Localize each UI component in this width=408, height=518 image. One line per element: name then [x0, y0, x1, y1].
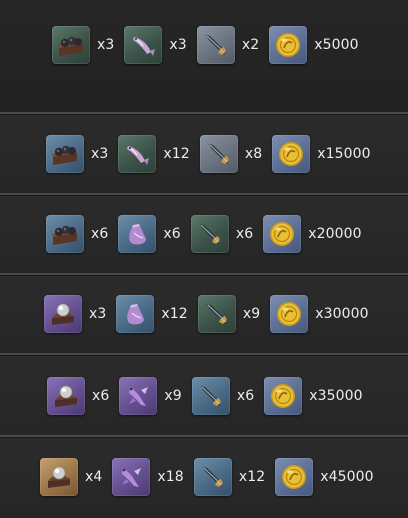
pearl-on-stand-icon[interactable] [47, 377, 85, 415]
reward-items: x3 x3 x2 x5000 [52, 25, 359, 65]
spear-blade-icon[interactable] [190, 215, 229, 253]
item-quantity: x9 [242, 306, 261, 322]
reward-item-slot[interactable]: x35000 [264, 377, 363, 415]
item-quantity: x45000 [320, 469, 374, 485]
cannon-ammo-crate-icon[interactable] [46, 135, 84, 173]
reward-tier-row: x4 x18 x12 x45000 [0, 438, 408, 518]
reward-items: x3 x12 x8 x15000 [46, 134, 371, 174]
item-quantity: x20000 [308, 226, 362, 242]
purple-pouch-icon[interactable] [118, 215, 157, 253]
reward-item-slot[interactable]: x6 [190, 215, 263, 253]
item-quantity: x35000 [309, 388, 363, 404]
reward-items: x4 x18 x12 x45000 [40, 457, 374, 497]
gold-coin-icon[interactable] [264, 377, 303, 415]
item-quantity: x18 [157, 469, 184, 485]
reward-tier-row: x3 x12 x9 x30000 [0, 276, 408, 353]
reward-tier-row: x3 x3 x2 x5000 [0, 0, 408, 112]
item-quantity: x15000 [317, 146, 371, 162]
item-quantity: x3 [89, 306, 107, 322]
purple-pouch-icon[interactable] [116, 295, 155, 333]
spear-blade-icon[interactable] [191, 377, 230, 415]
reward-item-slot[interactable]: x5000 [269, 26, 359, 64]
item-quantity: x2 [241, 37, 260, 53]
cannon-ammo-crate-icon[interactable] [52, 26, 90, 64]
item-quantity: x6 [91, 226, 109, 242]
item-quantity: x6 [235, 226, 254, 242]
item-quantity: x3 [91, 146, 109, 162]
reward-items: x6 x9 x6 x35000 [47, 376, 363, 416]
item-quantity: x12 [238, 469, 266, 485]
pearl-on-stand-icon[interactable] [44, 295, 82, 333]
purple-fish-icon[interactable] [124, 26, 163, 64]
purple-fish-icon[interactable] [118, 135, 157, 173]
item-quantity: x5000 [314, 37, 359, 53]
reward-item-slot[interactable]: x30000 [270, 295, 369, 333]
reward-item-slot[interactable]: x6 [118, 215, 190, 253]
spear-blade-icon[interactable] [199, 135, 238, 173]
gold-coin-icon[interactable] [270, 295, 309, 333]
reward-item-slot[interactable]: x4 [40, 458, 112, 496]
reward-tier-row: x3 x12 x8 x15000 [0, 115, 408, 193]
item-quantity: x8 [244, 146, 263, 162]
item-quantity: x3 [169, 37, 187, 53]
gold-coin-icon[interactable] [269, 26, 308, 64]
purple-creature-icon[interactable] [119, 377, 158, 415]
reward-item-slot[interactable]: x18 [112, 458, 193, 496]
gold-coin-icon[interactable] [275, 458, 314, 496]
reward-item-slot[interactable]: x9 [119, 377, 191, 415]
reward-item-slot[interactable]: x3 [46, 135, 118, 173]
cannon-ammo-crate-icon[interactable] [46, 215, 84, 253]
reward-items: x6 x6 x6 x20000 [46, 214, 362, 254]
item-quantity: x3 [97, 37, 115, 53]
reward-tier-row: x6 x9 x6 x35000 [0, 356, 408, 435]
spear-blade-icon[interactable] [197, 295, 236, 333]
reward-item-slot[interactable]: x15000 [272, 135, 371, 173]
reward-tier-list: x3 x3 x2 x5000 x3 x12 x8 x15000 x6 x6 x6… [0, 0, 408, 518]
item-quantity: x30000 [315, 306, 369, 322]
gold-coin-icon[interactable] [263, 215, 302, 253]
reward-item-slot[interactable]: x12 [116, 295, 197, 333]
pearl-on-stand-icon[interactable] [40, 458, 78, 496]
reward-items: x3 x12 x9 x30000 [44, 294, 369, 334]
reward-item-slot[interactable]: x12 [118, 135, 199, 173]
reward-item-slot[interactable]: x2 [196, 26, 269, 64]
reward-item-slot[interactable]: x9 [197, 295, 270, 333]
reward-item-slot[interactable]: x3 [124, 26, 196, 64]
item-quantity: x4 [85, 469, 103, 485]
spear-blade-icon[interactable] [193, 458, 232, 496]
reward-item-slot[interactable]: x6 [191, 377, 264, 415]
reward-item-slot[interactable]: x3 [44, 295, 116, 333]
item-quantity: x6 [236, 388, 255, 404]
item-quantity: x12 [163, 146, 190, 162]
reward-item-slot[interactable]: x20000 [263, 215, 362, 253]
reward-item-slot[interactable]: x12 [193, 458, 275, 496]
item-quantity: x12 [161, 306, 188, 322]
item-quantity: x6 [92, 388, 110, 404]
reward-item-slot[interactable]: x45000 [275, 458, 374, 496]
item-quantity: x9 [164, 388, 182, 404]
reward-item-slot[interactable]: x3 [52, 26, 124, 64]
reward-tier-row: x6 x6 x6 x20000 [0, 196, 408, 273]
item-quantity: x6 [163, 226, 181, 242]
reward-item-slot[interactable]: x6 [47, 377, 119, 415]
reward-item-slot[interactable]: x8 [199, 135, 272, 173]
spear-blade-icon[interactable] [196, 26, 235, 64]
purple-creature-icon[interactable] [112, 458, 151, 496]
gold-coin-icon[interactable] [272, 135, 311, 173]
reward-item-slot[interactable]: x6 [46, 215, 118, 253]
